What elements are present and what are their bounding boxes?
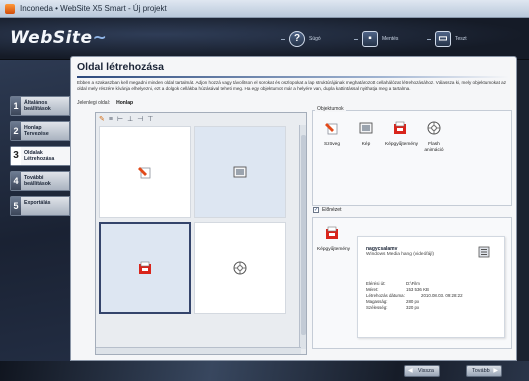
help-button[interactable]: ? Súgó <box>281 30 321 48</box>
window-title-bar: Inconeda • WebSite X5 Smart - Új projekt <box>0 0 529 18</box>
layout-cell-gallery[interactable] <box>99 222 191 314</box>
layout-cell-image[interactable] <box>194 126 286 218</box>
flash-icon <box>427 121 441 135</box>
objects-group-label: Objektumok <box>315 106 346 112</box>
page-title: Oldal létrehozása <box>77 61 164 73</box>
step-advanced-settings[interactable]: 4 További beállítások <box>10 171 70 191</box>
step-create-pages[interactable]: 3 Oldalak Létrehozása <box>10 146 78 166</box>
text-object-icon <box>138 167 151 179</box>
canvas-horizontal-scrollbar[interactable] <box>96 347 301 354</box>
image-object-icon <box>233 166 247 178</box>
save-button[interactable]: ▪ Mentés <box>354 30 398 48</box>
split-cell-icon[interactable]: ⊢ <box>117 115 123 124</box>
current-page-value[interactable]: Honlap <box>116 100 133 106</box>
preview-button[interactable]: ▭ Teszt <box>427 30 467 48</box>
edit-cell-icon[interactable]: ✎ <box>99 115 105 124</box>
preview-toggle[interactable]: ✓ Előnézet <box>313 207 341 213</box>
step-export[interactable]: 5 Exportálás <box>10 196 70 216</box>
help-icon: ? <box>289 31 305 47</box>
next-button[interactable]: Tovább ▶ <box>466 365 502 377</box>
websitex5-logo: WebSite~ <box>10 28 108 48</box>
preview-group: Képgyűjtemény nagycsalamv Windows Media … <box>312 217 512 349</box>
current-page-row: Jelenlegi oldal: Honlap <box>77 100 134 106</box>
app-icon <box>5 4 15 14</box>
object-gallery[interactable]: Képgyűjtemény <box>385 121 418 148</box>
media-file-icon <box>478 246 490 258</box>
app-header: WebSite~ ? Súgó ▪ Mentés ▭ Teszt <box>0 18 529 60</box>
back-arrow-icon: ◀ <box>408 368 413 374</box>
layout-cell-text[interactable] <box>99 126 191 218</box>
merge-cell-icon[interactable]: ⊥ <box>127 115 133 124</box>
layout-cell-flash[interactable] <box>194 222 286 314</box>
page-layout-canvas: ✎ ≡ ⊢ ⊥ ⊣ ⊤ <box>95 112 307 355</box>
preview-card: nagycsalamv Windows Media hang (videófáj… <box>357 236 505 338</box>
preview-object-type: Képgyűjtemény <box>317 226 350 252</box>
preview-properties: Elérési út: D:\Film Méret: 153 536 KB Létr… <box>366 281 498 311</box>
steps-nav: 1 Általános beállítások 2 Honlap Tervezé… <box>10 96 78 221</box>
window-title: Inconeda • WebSite X5 Smart - Új projekt <box>20 4 167 13</box>
object-text[interactable]: Szöveg <box>317 121 347 148</box>
next-arrow-icon: ▶ <box>493 368 498 374</box>
add-row-icon[interactable]: ≡ <box>109 115 113 124</box>
page-description: Ebben a szakaszban kell megadni minden o… <box>77 80 506 91</box>
layout-toolbar: ✎ ≡ ⊢ ⊥ ⊣ ⊤ <box>99 115 153 124</box>
gallery-icon <box>326 226 338 239</box>
flash-object-icon <box>233 261 247 275</box>
gallery-object-icon <box>139 261 151 274</box>
preview-icon: ▭ <box>435 31 451 47</box>
objects-group: Szöveg Kép Képgyűjtemény Flash animáció <box>312 110 512 206</box>
object-image[interactable]: Kép <box>351 121 381 148</box>
step-site-design[interactable]: 2 Honlap Tervezése <box>10 121 70 141</box>
preview-file-type: Windows Media hang (videófájl) <box>366 252 434 257</box>
preview-checkbox[interactable]: ✓ <box>313 207 319 213</box>
object-flash[interactable]: Flash animáció <box>419 121 449 153</box>
save-icon: ▪ <box>362 31 378 47</box>
delete-cell-icon[interactable]: ⊣ <box>137 115 143 124</box>
title-divider <box>77 76 509 78</box>
main-panel: Oldal létrehozása Ebben a szakaszban kel… <box>70 56 517 361</box>
footer-bar: ◀ Vissza Tovább ▶ <box>0 361 529 381</box>
gallery-icon <box>394 121 406 134</box>
text-icon <box>325 123 338 135</box>
canvas-vertical-scrollbar[interactable] <box>299 125 306 349</box>
step-general-settings[interactable]: 1 Általános beállítások <box>10 96 70 116</box>
prop-row: Szélesség: 320 px <box>366 305 420 310</box>
settings-cell-icon[interactable]: ⊤ <box>147 115 153 124</box>
image-icon <box>359 122 373 134</box>
back-button[interactable]: ◀ Vissza <box>404 365 440 377</box>
